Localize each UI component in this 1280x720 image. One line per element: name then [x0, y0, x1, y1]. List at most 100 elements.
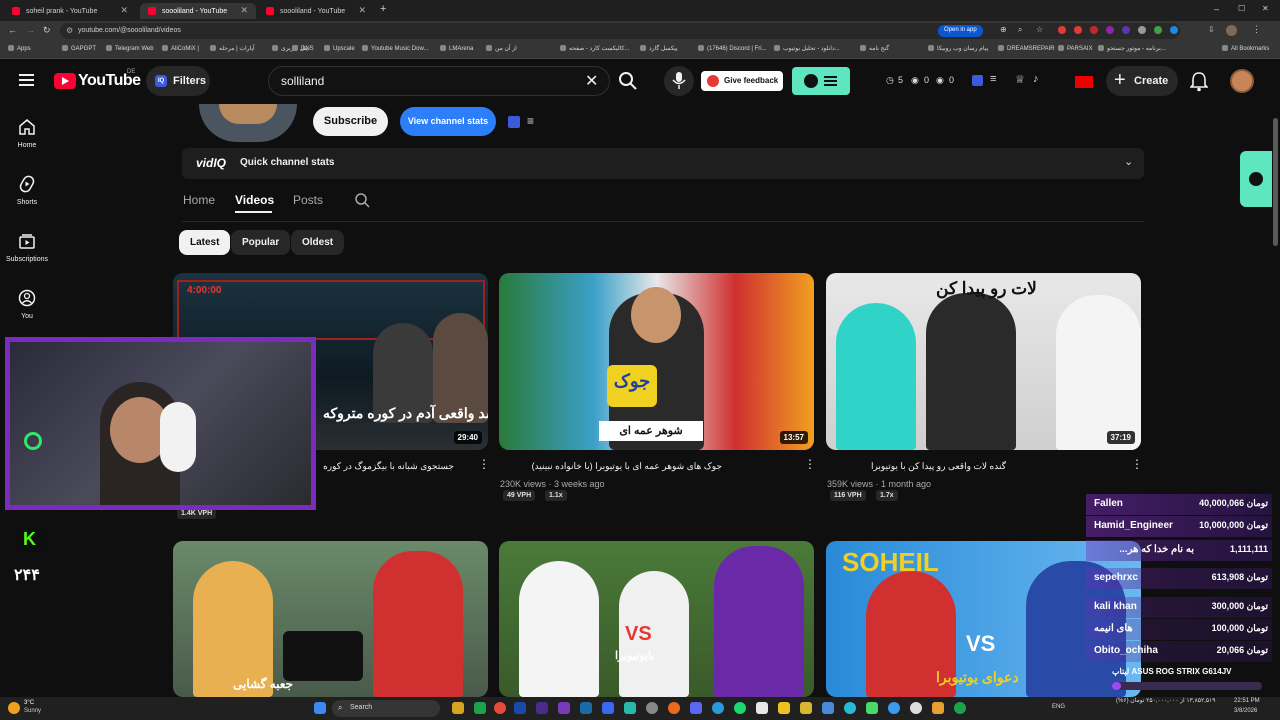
bookmark-item[interactable]: گنج نامه: [860, 45, 889, 52]
taskbar-app-icon[interactable]: [624, 702, 636, 714]
close-tab-icon[interactable]: ✕: [120, 5, 128, 16]
search-input[interactable]: solliland ✕: [268, 66, 610, 96]
trophy-icon[interactable]: ♕: [1015, 73, 1025, 86]
sidebar-item-home[interactable]: Home: [0, 118, 54, 149]
new-tab-icon[interactable]: +: [380, 3, 386, 15]
weather-icon[interactable]: [8, 702, 20, 714]
minimize-button[interactable]: –: [1214, 4, 1219, 14]
taskbar-date[interactable]: 3/8/2026: [1234, 708, 1257, 714]
taskbar-app-icon[interactable]: [800, 702, 812, 714]
bookmark-item[interactable]: DREAMSREPAIR: [998, 45, 1055, 52]
taskbar-app-icon[interactable]: [888, 702, 900, 714]
browser-tab-active[interactable]: soooliland - YouTube ✕: [140, 3, 256, 19]
taskbar-app-icon[interactable]: [910, 702, 922, 714]
chip-oldest[interactable]: Oldest: [291, 230, 345, 255]
vidiq-side-panel-button[interactable]: [1240, 151, 1272, 207]
taskbar-time[interactable]: 22:51 PM: [1234, 698, 1260, 704]
firefox-icon[interactable]: [668, 702, 680, 714]
bookmark-item[interactable]: برنامه - موتور جستجو...: [1098, 45, 1166, 52]
vidiq-small-icon[interactable]: [972, 75, 983, 86]
taskbar-app-icon[interactable]: [954, 702, 966, 714]
bookmark-item[interactable]: (17646) Discord | Fri...: [698, 45, 767, 52]
video-thumbnail[interactable]: VS بایوتیوبرا: [499, 541, 814, 697]
sidebar-item-subscriptions[interactable]: Subscriptions: [0, 232, 54, 263]
extension-icon[interactable]: [1154, 26, 1162, 34]
photoshop-icon[interactable]: [514, 702, 526, 714]
notifications-small-icon[interactable]: ♪: [1033, 73, 1039, 85]
taskbar-app-icon[interactable]: [778, 702, 790, 714]
extension-icon[interactable]: [1090, 26, 1098, 34]
site-info-icon[interactable]: ⚙: [66, 26, 73, 35]
taskbar-app-icon[interactable]: [822, 702, 834, 714]
chrome-icon[interactable]: [494, 702, 506, 714]
channel-avatar[interactable]: [199, 104, 297, 142]
voice-search-button[interactable]: [664, 66, 694, 96]
extension-icon[interactable]: [1058, 26, 1066, 34]
bookmark-item[interactable]: کالیکست کارد - صفحه...: [560, 45, 629, 52]
taskbar-app-icon[interactable]: [844, 702, 856, 714]
address-bar[interactable]: ⚙ youtube.com/@soooliland/videos: [60, 23, 1180, 39]
profile-avatar[interactable]: [1226, 25, 1237, 36]
discord-icon[interactable]: [690, 702, 702, 714]
after-effects-icon[interactable]: [536, 702, 548, 714]
account-avatar[interactable]: [1230, 69, 1254, 93]
bookmark-item[interactable]: دانلود - تحلیل یوتیوب...: [774, 45, 840, 52]
video-thumbnail[interactable]: جعبه گشایی: [173, 541, 488, 697]
taskbar-search[interactable]: ⌕ Search: [332, 700, 440, 717]
browser-tab[interactable]: soheil prank - YouTube ✕: [4, 3, 136, 19]
bookmark-item[interactable]: LMArena: [440, 45, 473, 52]
filters-button[interactable]: IQ Filters: [146, 66, 210, 96]
bookmark-item[interactable]: پیام رسان وب روبیکا: [928, 45, 988, 52]
bookmark-item[interactable]: Apps: [8, 45, 31, 52]
quick-channel-stats-bar[interactable]: vidIQ Quick channel stats ⌄: [182, 148, 1144, 179]
language-indicator[interactable]: ENG: [1052, 704, 1065, 710]
extension-icon[interactable]: [1122, 26, 1130, 34]
telegram-icon[interactable]: [712, 702, 724, 714]
bell-icon[interactable]: [1190, 72, 1208, 92]
close-tab-icon[interactable]: ✕: [240, 5, 248, 16]
taskbar-app-icon[interactable]: [866, 702, 878, 714]
reload-icon[interactable]: ↻: [43, 25, 51, 36]
create-button[interactable]: + Create: [1106, 66, 1178, 96]
video-title[interactable]: جستجوی شبانه با بیگزموگ در کوره: [312, 461, 454, 472]
extension-icon[interactable]: [1138, 26, 1146, 34]
channel-search-icon[interactable]: [354, 192, 370, 208]
youtube-logo-icon[interactable]: [54, 73, 76, 89]
taskbar-app-icon[interactable]: [756, 702, 768, 714]
list-icon[interactable]: ≡: [990, 73, 996, 85]
file-explorer-icon[interactable]: [452, 702, 464, 714]
sidebar-item-you[interactable]: You: [0, 289, 54, 320]
extension-icon[interactable]: [1074, 26, 1082, 34]
video-title[interactable]: جوک های شوهر عمه ای با یوتیوبرا (با خانو…: [500, 461, 722, 472]
more-options-icon[interactable]: ⋮: [1131, 458, 1143, 470]
list-icon[interactable]: ≡: [527, 114, 534, 128]
taskbar-app-icon[interactable]: [734, 702, 746, 714]
close-window-button[interactable]: ✕: [1262, 4, 1269, 13]
chip-latest[interactable]: Latest: [179, 230, 231, 255]
bookmark-item[interactable]: AliCoMiX |: [162, 45, 199, 52]
tab-home[interactable]: Home: [183, 193, 215, 207]
extension-icon[interactable]: [1106, 26, 1114, 34]
video-thumbnail[interactable]: لات رو پیدا کن 37:19: [826, 273, 1141, 450]
more-options-icon[interactable]: ⋮: [804, 458, 816, 470]
scrollbar-thumb[interactable]: [1273, 118, 1278, 246]
more-options-icon[interactable]: ⋮: [478, 458, 490, 470]
bookmark-item[interactable]: Youtube Music Dow...: [362, 45, 428, 52]
taskbar-app-icon[interactable]: [474, 702, 486, 714]
hamburger-menu-icon[interactable]: [19, 74, 34, 86]
extension-icon[interactable]: [1170, 26, 1178, 34]
vidiq-toolbar-button[interactable]: [792, 67, 850, 95]
forward-icon[interactable]: →: [26, 25, 35, 35]
tab-posts[interactable]: Posts: [293, 193, 323, 207]
chip-popular[interactable]: Popular: [231, 230, 291, 255]
menu-icon[interactable]: ⋮: [1252, 24, 1261, 35]
taskbar-app-icon[interactable]: [932, 702, 944, 714]
back-icon[interactable]: ←: [8, 25, 17, 35]
taskbar-app-icon[interactable]: [646, 702, 658, 714]
video-title[interactable]: گنده لات واقعی رو پیدا کن با یوتیوبرا: [858, 461, 1006, 472]
search-button[interactable]: [610, 66, 648, 96]
bookmark-item[interactable]: آپارات | مرحله: [210, 45, 255, 52]
bookmark-star-icon[interactable]: ☆: [1036, 25, 1043, 34]
windows-start-icon[interactable]: [314, 702, 326, 714]
install-icon[interactable]: ⊕: [1000, 25, 1007, 34]
